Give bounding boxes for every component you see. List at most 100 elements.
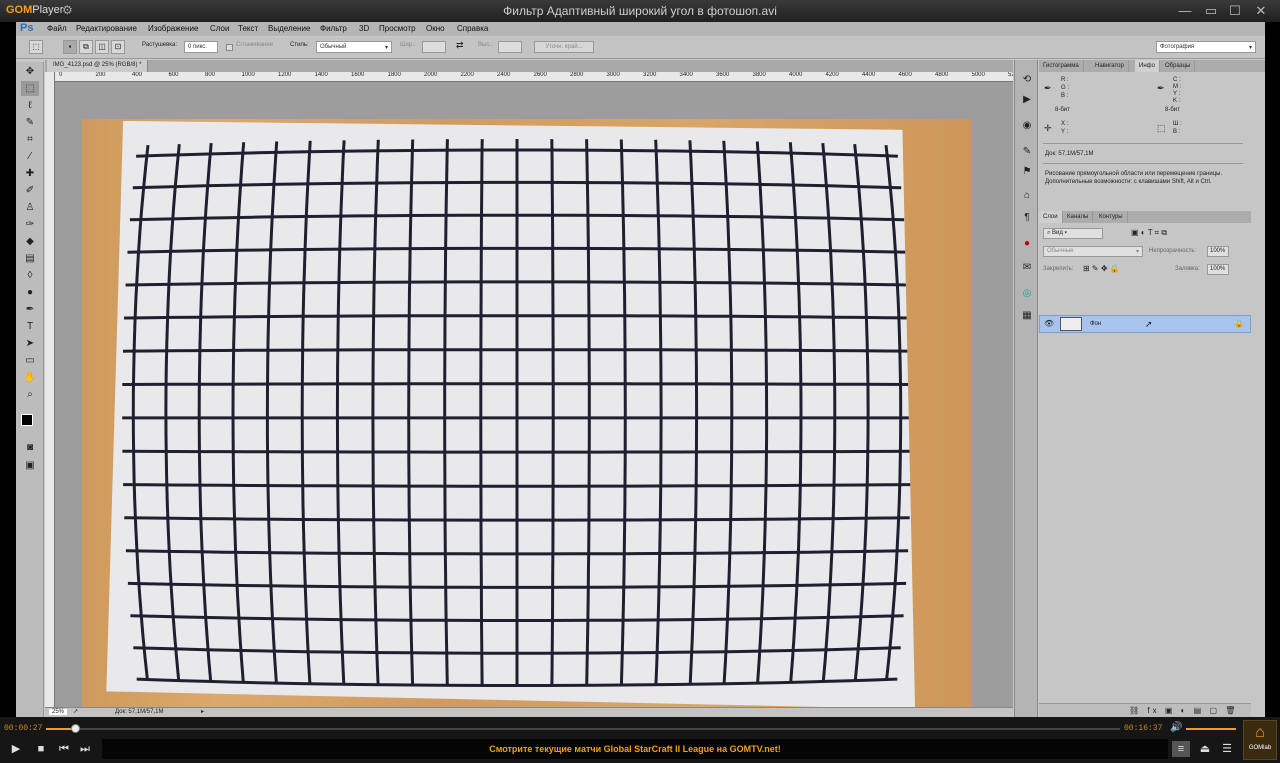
marquee-tool-icon[interactable]: ⬚ <box>29 40 43 54</box>
document-tab[interactable]: IMG_4123.psd @ 25% (RGB/8) * <box>47 60 149 72</box>
status-arrow-icon[interactable]: ▸ <box>201 708 204 715</box>
stop-button[interactable]: ■ <box>32 741 50 757</box>
tool-presets-icon[interactable]: ⌂ <box>1019 188 1035 204</box>
layer-comps-icon[interactable]: ▦ <box>1019 308 1035 324</box>
brush-panel-icon[interactable]: ✎ <box>1019 144 1035 160</box>
status-icon[interactable]: ↗ <box>73 708 78 715</box>
tab-navigator[interactable]: Навигатор <box>1091 60 1129 72</box>
eject-icon[interactable]: ⏏ <box>1196 741 1214 757</box>
layer-filter-select[interactable]: ⌕ Вид ▾ <box>1043 228 1103 239</box>
path-select-icon[interactable]: ➤ <box>21 336 39 351</box>
seek-bar[interactable] <box>46 724 1120 733</box>
gomlab-button[interactable]: ⌂ GOMlab <box>1243 720 1277 760</box>
eraser-tool-icon[interactable]: ◆ <box>21 234 39 249</box>
shape-tool-icon[interactable]: ▭ <box>21 353 39 368</box>
minimize-button[interactable]: — <box>1172 2 1198 20</box>
new-selection-icon[interactable]: ▪ <box>63 40 77 54</box>
ps-menubar: Ps Файл Редактирование Изображение Слои … <box>16 22 1265 36</box>
tab-channels[interactable]: Каналы <box>1063 211 1094 223</box>
layer-actions-icons[interactable]: ⛓ fx ▣ ◐ ▤ ▢ 🗑 <box>1129 706 1238 715</box>
volume-icon[interactable]: 🔊 <box>1170 722 1182 733</box>
quick-select-tool-icon[interactable]: ✎ <box>21 115 39 130</box>
actions-panel-icon[interactable]: ▶ <box>1019 92 1035 108</box>
healing-brush-icon[interactable]: ✚ <box>21 166 39 181</box>
layer-name[interactable]: Фон <box>1090 321 1101 327</box>
dodge-tool-icon[interactable]: ● <box>21 285 39 300</box>
feather-input[interactable]: 0 пикс. <box>184 41 218 53</box>
adjustments-panel-icon[interactable]: ◉ <box>1019 118 1035 134</box>
menu-window[interactable]: Окно <box>426 24 445 33</box>
subtract-selection-icon[interactable]: ◫ <box>95 40 109 54</box>
foreground-color-swatch[interactable] <box>21 414 33 426</box>
antialias-checkbox[interactable] <box>226 44 233 51</box>
color-panel-icon[interactable]: ● <box>1019 236 1035 252</box>
tab-histogram[interactable]: Гистограмма <box>1039 60 1084 72</box>
workspace-select[interactable]: Фотография ▾ <box>1156 41 1256 53</box>
menu-type[interactable]: Текст <box>238 24 258 33</box>
menu-view[interactable]: Просмотр <box>379 24 416 33</box>
tab-swatches[interactable]: Образцы <box>1161 60 1196 72</box>
play-button[interactable]: ▶ <box>7 741 25 757</box>
hand-tool-icon[interactable]: ✋ <box>21 370 39 385</box>
notes-panel-icon[interactable]: ✉ <box>1019 260 1035 276</box>
brush-tool-icon[interactable]: ✐ <box>21 183 39 198</box>
history-panel-icon[interactable]: ⟲ <box>1019 72 1035 88</box>
layer-row-background[interactable]: 👁 Фон ➚ 🔒 <box>1039 315 1251 333</box>
screen-mode-icon[interactable]: ▣ <box>21 458 39 473</box>
zoom-tool-icon[interactable]: ⌕ <box>21 387 39 402</box>
eyedropper-tool-icon[interactable]: ⁄ <box>21 149 39 164</box>
eye-icon[interactable]: 👁 <box>1044 319 1054 328</box>
blend-mode-select[interactable]: Обычные ▾ <box>1043 246 1143 257</box>
history-brush-icon[interactable]: ✑ <box>21 217 39 232</box>
menu-edit[interactable]: Редактирование <box>76 24 137 33</box>
menu-3d[interactable]: 3D <box>359 24 369 33</box>
lock-icons[interactable]: ⊞ ✎ ✥ 🔒 <box>1083 264 1120 273</box>
tab-info[interactable]: Инфо <box>1135 60 1160 72</box>
grid-vertical-line <box>443 139 449 686</box>
paragraph-panel-icon[interactable]: ¶ <box>1019 210 1035 226</box>
menu-help[interactable]: Справка <box>457 24 488 33</box>
rect-marquee-tool-icon[interactable]: ⬚ <box>21 81 39 96</box>
height-input[interactable] <box>498 41 522 53</box>
menu-file[interactable]: Файл <box>47 24 67 33</box>
intersect-selection-icon[interactable]: ⊡ <box>111 40 125 54</box>
ruler-tick-label: 1600 <box>351 72 365 78</box>
pen-tool-icon[interactable]: ✒ <box>21 302 39 317</box>
width-input[interactable] <box>422 41 446 53</box>
clone-source-icon[interactable]: ⚑ <box>1019 164 1035 180</box>
maximize-button[interactable]: ☐ <box>1222 2 1248 20</box>
add-selection-icon[interactable]: ⧉ <box>79 40 93 54</box>
menu-select[interactable]: Выделение <box>268 24 310 33</box>
style-select[interactable]: Обычный ▾ <box>316 41 392 53</box>
clone-stamp-icon[interactable]: ♙ <box>21 200 39 215</box>
zoom-field[interactable]: 25% <box>49 709 68 715</box>
tab-layers[interactable]: Слои <box>1039 211 1063 223</box>
type-tool-icon[interactable]: T <box>21 319 39 334</box>
tab-paths[interactable]: Контуры <box>1095 211 1128 223</box>
menu-layers[interactable]: Слои <box>210 24 229 33</box>
previous-button[interactable]: ⏮ <box>55 741 73 757</box>
styles-panel-icon[interactable]: ◎ <box>1019 286 1035 302</box>
fullscreen-icon[interactable]: ▭ <box>1198 2 1224 20</box>
menu-filter[interactable]: Фильтр <box>320 24 347 33</box>
crop-tool-icon[interactable]: ⌗ <box>21 132 39 147</box>
close-button[interactable]: ✕ <box>1248 2 1274 20</box>
equalizer-icon[interactable]: ≡ <box>1172 741 1190 757</box>
lasso-tool-icon[interactable]: ℓ <box>21 98 39 113</box>
volume-slider[interactable] <box>1186 728 1236 730</box>
gradient-tool-icon[interactable]: ▤ <box>21 251 39 266</box>
image-canvas[interactable] <box>82 119 972 713</box>
blur-tool-icon[interactable]: ◊ <box>21 268 39 283</box>
move-tool-icon[interactable]: ✥ <box>21 64 39 79</box>
next-button[interactable]: ⏭ <box>76 741 94 757</box>
ad-banner[interactable]: Смотрите текущие матчи Global StarCraft … <box>102 739 1168 759</box>
layer-filter-icons[interactable]: ▣ ◐ T ⌗ ⧉ <box>1131 228 1167 238</box>
seek-handle[interactable] <box>70 724 80 733</box>
refine-edge-button[interactable]: Уточн. край... <box>534 41 594 53</box>
quick-mask-icon[interactable]: ◙ <box>21 440 39 455</box>
swap-icon[interactable]: ⇄ <box>456 40 464 51</box>
menu-icon[interactable]: ☰ <box>1218 741 1236 757</box>
opacity-input[interactable]: 100% <box>1207 246 1229 257</box>
menu-image[interactable]: Изображение <box>148 24 198 33</box>
fill-input[interactable]: 100% <box>1207 264 1229 275</box>
